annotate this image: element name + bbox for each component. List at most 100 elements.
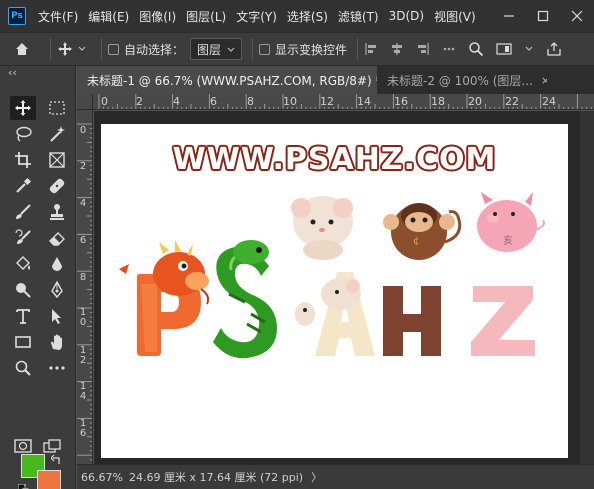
close-tab-icon[interactable]: × <box>541 74 547 87</box>
rectangle-tool[interactable] <box>10 330 36 354</box>
tab-label: 未标题-1 @ 66.7% (WWW.PSAHZ.COM, RGB/8#) * <box>87 73 377 88</box>
background-color-swatch[interactable] <box>37 470 61 489</box>
menu-edit[interactable]: 编辑(E) <box>88 8 129 25</box>
workspace-icon[interactable] <box>496 42 512 56</box>
ruler-origin[interactable] <box>77 94 93 110</box>
crop-tool[interactable] <box>10 148 36 172</box>
blur-tool[interactable] <box>44 252 70 276</box>
ruler-label: 8 <box>247 95 254 108</box>
align-right-icon[interactable] <box>416 42 430 56</box>
auto-select-target-value: 图层 <box>197 42 222 57</box>
ruler-label: 2 <box>136 95 143 108</box>
divider <box>357 38 359 60</box>
stamp-icon <box>50 204 64 220</box>
zoom-level-field[interactable]: 66.67% <box>77 471 125 484</box>
brush-tool[interactable] <box>10 200 36 224</box>
move-tool[interactable] <box>10 96 36 120</box>
history-brush-tool[interactable] <box>10 226 36 250</box>
edit-toolbar-button[interactable] <box>44 356 70 380</box>
eyedropper-icon <box>16 177 32 193</box>
monkey-illustration: ¢ <box>383 203 462 260</box>
eraser-tool[interactable] <box>44 226 70 250</box>
collapse-panel-icon[interactable]: ‹‹ <box>8 66 17 79</box>
horizontal-ruler[interactable]: 0 2 4 6 8 10 12 14 16 18 20 22 24 <box>77 94 594 110</box>
type-tool[interactable] <box>10 304 36 328</box>
zoom-icon <box>15 360 31 376</box>
quick-mask-button[interactable] <box>10 434 36 458</box>
maximize-icon[interactable] <box>528 0 558 32</box>
screen-mode-button[interactable] <box>40 434 66 458</box>
pen-tool[interactable] <box>44 278 70 302</box>
chevron-down-icon <box>78 46 86 51</box>
ruler-label: 2 <box>79 161 87 172</box>
status-menu-arrow-icon[interactable]: 〉 <box>311 469 322 485</box>
ruler-label: 4 <box>79 198 87 209</box>
marquee-icon <box>49 101 65 115</box>
tab-untitled-1[interactable]: 未标题-1 @ 66.7% (WWW.PSAHZ.COM, RGB/8#) * … <box>77 66 377 94</box>
pig-illustration: 亥 <box>477 192 545 252</box>
pig-belly-mark: 亥 <box>503 234 513 247</box>
search-icon[interactable] <box>468 41 484 57</box>
dodge-icon <box>16 283 31 298</box>
paint-bucket-tool[interactable] <box>10 252 36 276</box>
document-tabs: 未标题-1 @ 66.7% (WWW.PSAHZ.COM, RGB/8#) * … <box>77 66 594 94</box>
zoom-tool[interactable] <box>10 356 36 380</box>
ruler-label: 4 <box>173 95 180 108</box>
zodiac-letter-artwork[interactable]: ¢ 亥 <box>101 124 568 458</box>
pen-icon <box>51 281 63 299</box>
align-center-icon[interactable] <box>390 42 404 56</box>
ruler-label: 1 6 <box>79 418 87 439</box>
frame-tool[interactable] <box>44 148 70 172</box>
share-icon[interactable] <box>546 41 562 57</box>
ruler-label: 1 2 <box>79 345 87 366</box>
menu-filter[interactable]: 滤镜(T) <box>338 8 379 25</box>
align-left-icon[interactable] <box>364 42 378 56</box>
home-icon[interactable] <box>0 41 44 57</box>
ruler-label: 16 <box>394 95 408 108</box>
eyedropper-tool[interactable] <box>10 174 36 198</box>
hand-icon <box>51 334 62 350</box>
dodge-tool[interactable] <box>10 278 36 302</box>
menu-3d[interactable]: 3D(D) <box>389 9 424 23</box>
minimize-icon[interactable] <box>494 0 524 32</box>
tab-untitled-2[interactable]: 未标题-2 @ 100% (图层... × <box>377 66 547 94</box>
hand-tool[interactable] <box>44 330 70 354</box>
move-icon <box>58 42 72 56</box>
close-icon[interactable] <box>562 0 592 32</box>
chevron-down-icon <box>227 47 235 52</box>
lasso-icon <box>16 126 32 142</box>
menu-layer[interactable]: 图层(L) <box>186 8 226 25</box>
move-icon <box>15 100 31 116</box>
auto-select-checkbox[interactable] <box>108 43 119 55</box>
vertical-scrollbar[interactable] <box>580 111 594 464</box>
healing-brush-tool[interactable] <box>44 174 70 198</box>
document-canvas[interactable]: WWW.PSAHZ.COM ¢ 亥 <box>101 124 568 458</box>
ruler-label: 8 <box>79 272 87 283</box>
chevron-down-icon[interactable] <box>524 44 534 54</box>
marquee-tool[interactable] <box>44 96 70 120</box>
letter-s <box>213 240 277 359</box>
brush-icon <box>16 204 31 219</box>
magic-wand-tool[interactable] <box>44 122 70 146</box>
photoshop-logo-icon: Ps <box>8 7 26 25</box>
move-tool-preset[interactable] <box>57 41 95 57</box>
menu-view[interactable]: 视图(V) <box>434 8 476 25</box>
default-colors-icon[interactable] <box>18 484 30 489</box>
screen-mode-icon <box>43 439 61 453</box>
clone-stamp-tool[interactable] <box>44 200 70 224</box>
more-options-icon[interactable] <box>442 42 456 56</box>
divider <box>50 38 51 60</box>
menu-type[interactable]: 文字(Y) <box>236 8 277 25</box>
menu-select[interactable]: 选择(S) <box>287 8 328 25</box>
magic-wand-icon <box>50 126 65 142</box>
menu-image[interactable]: 图像(I) <box>139 8 176 25</box>
path-selection-tool[interactable] <box>44 304 70 328</box>
menu-file[interactable]: 文件(F) <box>38 8 78 25</box>
ruler-label: 12 <box>320 95 334 108</box>
vertical-ruler[interactable]: 0 2 4 6 8 1 0 1 2 1 4 1 6 <box>77 110 93 464</box>
divider <box>252 38 254 60</box>
lasso-tool[interactable] <box>10 122 36 146</box>
show-transform-checkbox[interactable] <box>259 43 271 55</box>
eraser-icon <box>49 232 65 246</box>
auto-select-target-dropdown[interactable]: 图层 <box>190 38 243 60</box>
